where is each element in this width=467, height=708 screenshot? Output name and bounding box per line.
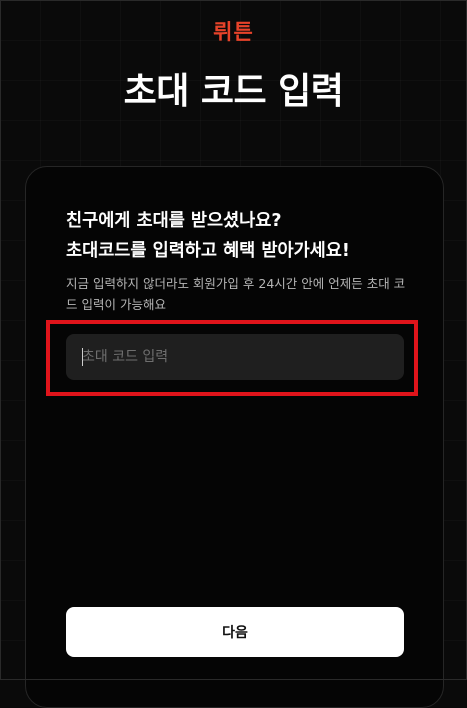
next-button[interactable]: 다음 [66,607,404,657]
brand-logo: 뤼튼 [213,20,254,44]
page-title: 초대 코드 입력 [123,71,344,112]
card-description: 지금 입력하지 않더라도 회원가입 후 24시간 안에 언제든 초대 코드 입력… [66,276,406,312]
text-caret [82,348,83,366]
headline-line-2: 초대코드를 입력하고 혜택 받아가세요! [66,241,350,261]
invite-code-field[interactable] [66,334,404,380]
card-headline: 친구에게 초대를 받으셨나요? 초대코드를 입력하고 혜택 받아가세요! [66,206,426,266]
invite-code-input[interactable] [66,334,404,380]
headline-line-1: 친구에게 초대를 받으셨나요? [66,211,282,231]
